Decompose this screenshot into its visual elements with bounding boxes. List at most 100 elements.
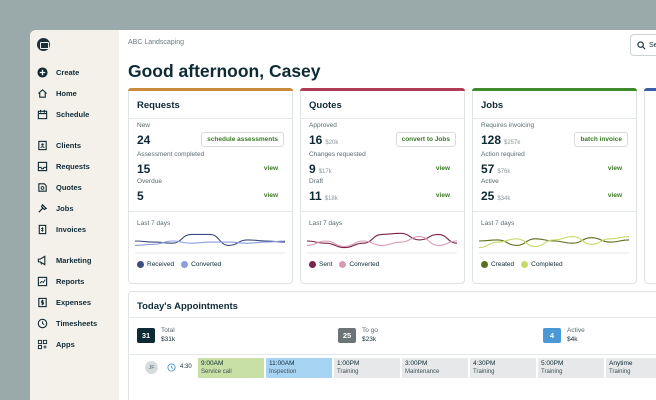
search-input[interactable]: Se	[630, 34, 656, 56]
card-title: Quotes	[309, 100, 342, 111]
sidebar-item-quotes[interactable]: Quotes	[37, 179, 82, 195]
main-content: ABC Landscaping Se Good afternoon, Casey…	[119, 30, 656, 400]
appointment-slot[interactable]: 4:30PM Training	[470, 358, 536, 378]
metric-number: 5	[137, 189, 144, 203]
sidebar-item-clients[interactable]: Clients	[37, 137, 81, 153]
appointment-slot[interactable]: Anytime Training	[606, 358, 656, 378]
card-action-button[interactable]: convert to Jobs	[395, 132, 456, 147]
chart-icon	[37, 276, 48, 287]
view-link[interactable]: view	[264, 165, 278, 172]
card-action-button[interactable]: batch invoice	[574, 132, 628, 147]
metric-value: 25 $34k	[481, 189, 510, 203]
view-link[interactable]: view	[264, 192, 278, 199]
sidebar-item-schedule[interactable]: Schedule	[37, 106, 89, 122]
sidebar-item-home[interactable]: Home	[37, 85, 77, 101]
stat-to-go[interactable]: 25 To go $23k	[338, 326, 378, 344]
slot-time: 1:00PM	[337, 360, 360, 367]
view-link[interactable]: view	[608, 165, 622, 172]
card-accent-bar	[644, 88, 656, 91]
slot-type: Training	[473, 369, 495, 375]
slot-type: Training	[541, 369, 563, 375]
divider	[129, 211, 292, 212]
legend-item: Converted	[181, 261, 221, 268]
appointment-slot[interactable]: 11:00AM Inspection	[266, 358, 332, 378]
company-name: ABC Landscaping	[128, 39, 185, 46]
appointment-slot[interactable]: 1:00PM Training	[334, 358, 400, 378]
sidebar-item-label: Clients	[56, 140, 82, 150]
sidebar-item-timesheets[interactable]: Timesheets	[37, 315, 97, 331]
appointments-title: Today's Appointments	[137, 301, 238, 312]
appointment-slot[interactable]: 9:00AM Service call	[198, 358, 264, 378]
trend-chart	[307, 232, 457, 254]
view-link[interactable]: view	[436, 165, 450, 172]
logo-icon[interactable]	[37, 38, 50, 51]
series-line-converted	[307, 236, 457, 248]
jobs-card: Jobs Requires invoicing 128 $257k batch invo…	[472, 88, 637, 284]
search-icon	[637, 40, 646, 49]
legend-item: Completed	[521, 261, 563, 268]
sidebar-item-requests[interactable]: Requests	[37, 158, 90, 174]
avatar[interactable]: JF	[145, 361, 158, 374]
stat-count: 25	[338, 327, 356, 343]
legend-dot	[521, 261, 529, 268]
legend-dot	[339, 261, 347, 268]
schedule-row: JF 4:30 9:00AM Service call 11:00AM Inspect…	[129, 354, 656, 378]
metric-label: Approved	[309, 122, 337, 129]
sidebar-item-label: Schedule	[56, 109, 90, 119]
sidebar-item-marketing[interactable]: Marketing	[37, 252, 91, 268]
sidebar: Create Home Schedule Clients Requests Qu…	[30, 30, 119, 400]
metric-value: 24	[137, 133, 153, 147]
stat-count: 31	[137, 327, 155, 343]
slot-type: Service call	[201, 369, 232, 375]
sidebar-item-invoices[interactable]: Invoices	[37, 221, 86, 237]
app-window: Create Home Schedule Clients Requests Qu…	[30, 30, 656, 400]
search-label: Se	[649, 41, 656, 49]
sidebar-item-apps[interactable]: Apps	[37, 336, 75, 352]
view-link[interactable]: view	[608, 192, 622, 199]
divider	[473, 118, 636, 119]
next-card	[644, 88, 656, 284]
sidebar-item-reports[interactable]: Reports	[37, 273, 84, 289]
sidebar-item-create[interactable]: Create	[37, 64, 79, 80]
view-link[interactable]: view	[436, 192, 450, 199]
divider	[473, 211, 636, 212]
stat-active[interactable]: 4 Active $4k	[543, 326, 585, 344]
sidebar-item-jobs[interactable]: Jobs	[37, 200, 74, 216]
sidebar-item-label: Quotes	[56, 182, 82, 192]
divider	[129, 118, 292, 119]
chart-legend: Sent Converted	[309, 261, 386, 268]
metric-value: 5	[137, 189, 147, 203]
sidebar-item-label: Reports	[56, 276, 85, 286]
sidebar-item-label: Timesheets	[56, 318, 98, 328]
apps-icon	[37, 339, 48, 350]
sidebar-item-expenses[interactable]: Expenses	[37, 294, 91, 310]
sidebar-item-label: Requests	[56, 161, 90, 171]
slot-time: 3:00PM	[405, 360, 428, 367]
legend-label: Sent	[319, 261, 333, 268]
card-accent-bar	[128, 88, 293, 91]
slot-type: Maintenance	[405, 369, 440, 375]
trend-chart	[135, 233, 285, 254]
card-action-button[interactable]: schedule assessments	[201, 132, 284, 147]
slot-type: Training	[609, 369, 631, 375]
metric-label: Assessment completed	[137, 151, 205, 158]
appointment-slot[interactable]: 3:00PM Maintenance	[402, 358, 468, 378]
slot-time: 4:30PM	[473, 360, 496, 367]
card-accent-bar	[300, 88, 465, 91]
appointment-slot[interactable]: 5:00PM Training	[538, 358, 604, 378]
stat-amount: $23k	[362, 336, 377, 343]
chart-legend: Created Completed	[481, 261, 570, 268]
stat-total[interactable]: 31 Total $31k	[137, 326, 175, 344]
divider	[301, 118, 464, 119]
period-label: Last 7 days	[137, 220, 171, 227]
legend-dot	[481, 261, 488, 268]
plus-circle-icon	[37, 66, 48, 78]
metric-number: 16	[309, 133, 323, 147]
period-label: Last 7 days	[309, 220, 343, 227]
slot-time: 5:00PM	[541, 360, 564, 367]
stat-label: Active	[567, 327, 585, 334]
divider	[301, 211, 464, 212]
metric-amount: $17k	[318, 169, 332, 175]
stat-amount: $4k	[567, 336, 578, 343]
address-book-icon	[37, 140, 48, 151]
